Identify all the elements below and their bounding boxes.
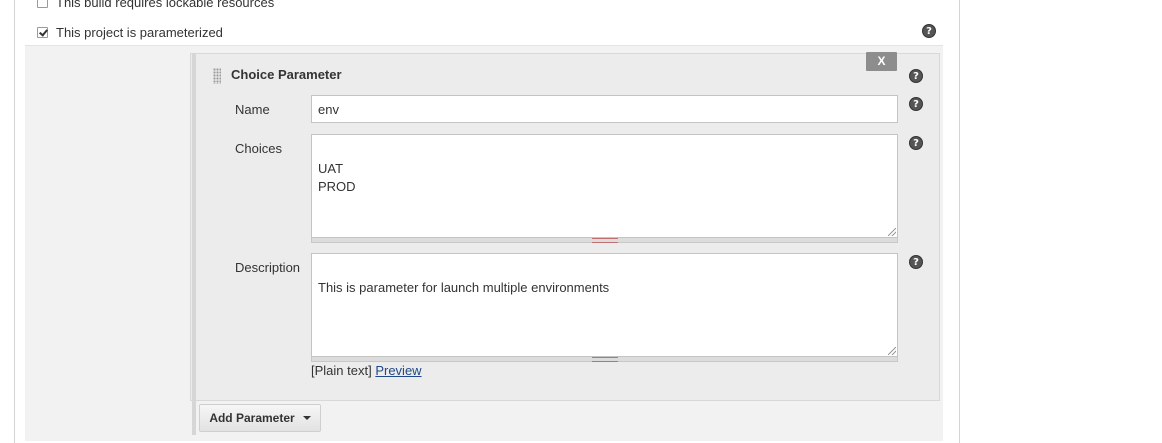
description-resize-handle[interactable] [311,357,898,362]
parameterized-checkbox[interactable] [37,26,48,38]
choices-textarea[interactable]: UAT PROD [311,134,898,238]
lockable-resources-checkbox[interactable] [37,0,48,8]
choices-resize-handle[interactable] [311,238,898,243]
resize-grip-icon[interactable] [888,347,896,355]
name-input[interactable]: env [311,95,898,123]
lockable-resources-option[interactable]: This build requires lockable resources [22,0,952,12]
format-text: [Plain text] [311,363,372,378]
description-text: This is parameter for launch multiple en… [318,280,610,295]
chevron-down-icon [302,416,311,420]
parameter-indent-bar [192,53,196,435]
help-icon[interactable]: ? [909,69,923,83]
help-icon[interactable]: ? [909,136,923,150]
choices-label: Choices [235,141,282,156]
parameter-title: Choice Parameter [231,67,342,82]
parameterized-option[interactable]: This project is parameterized [22,22,952,42]
help-icon[interactable]: ? [909,255,923,269]
add-parameter-button[interactable]: Add Parameter [199,404,321,432]
drag-handle-icon[interactable] [213,68,221,84]
description-label: Description [235,260,301,275]
format-row: [Plain text] Preview [311,363,422,378]
resize-grip-icon[interactable] [888,228,896,236]
choices-text: UAT PROD [318,161,356,194]
description-textarea[interactable]: This is parameter for launch multiple en… [311,253,898,357]
add-parameter-label: Add Parameter [209,411,295,425]
help-icon[interactable]: ? [909,97,923,111]
lockable-resources-label: This build requires lockable resources [56,0,275,10]
name-label: Name [235,102,270,117]
parameterized-label: This project is parameterized [56,24,223,40]
delete-parameter-button[interactable]: X [866,52,897,71]
preview-link[interactable]: Preview [375,363,421,378]
help-icon[interactable]: ? [922,24,936,38]
